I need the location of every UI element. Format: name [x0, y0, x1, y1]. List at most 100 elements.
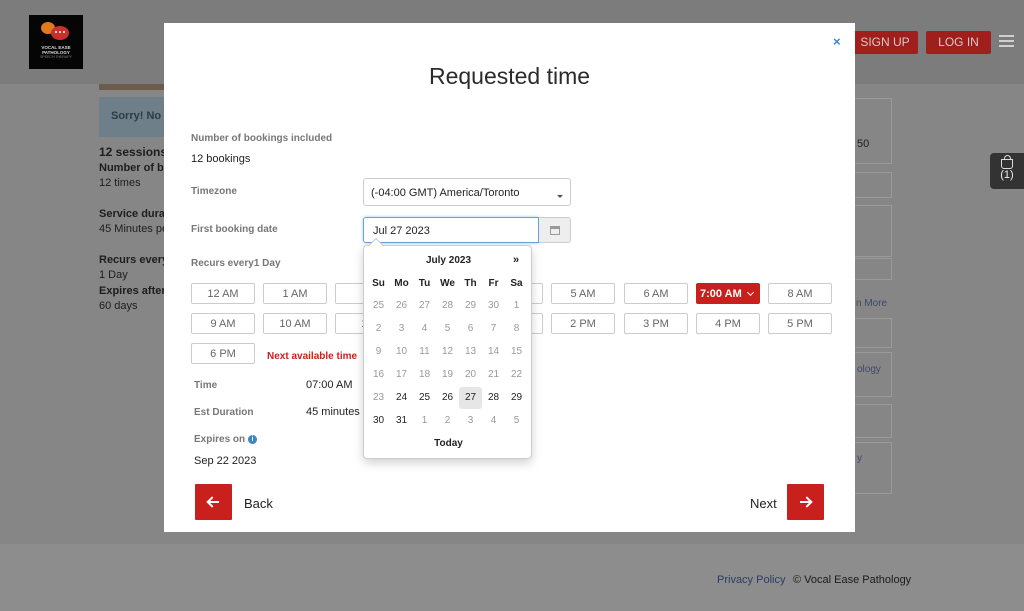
expires-label: Expires after [99, 285, 166, 297]
timezone-label: Timezone [191, 186, 237, 197]
info-icon[interactable]: i [247, 435, 257, 444]
calendar-button[interactable] [539, 217, 571, 243]
time-slot[interactable]: 2 PM [551, 313, 615, 334]
calendar-day: 2 [444, 415, 451, 426]
duration-label: Est Duration [194, 407, 254, 418]
datepicker-popup: July 2023 » Today Su Mo Tu We Th Fr Sa 25 26 27 28… [363, 245, 532, 459]
calendar-day: 14 [487, 346, 500, 357]
weekday-header: Tu [418, 278, 431, 289]
calendar-day: 28 [441, 300, 454, 311]
privacy-policy-link[interactable]: Privacy Policy [717, 574, 785, 586]
calendar-day: 3 [398, 323, 405, 334]
calendar-day: 1 [513, 300, 520, 311]
time-slot[interactable]: 3 PM [624, 313, 688, 334]
copyright-text: © Vocal Ease Pathology [793, 574, 912, 586]
modal-title: Requested time [428, 63, 591, 89]
recurs-every-label: Recurs every1 Day [191, 258, 281, 269]
calendar-day: 7 [490, 323, 497, 334]
calendar-day[interactable]: 26 [436, 387, 459, 409]
time-slot[interactable]: 6 PM [191, 343, 255, 364]
timezone-select[interactable]: (-04:00 GMT) America/Toronto [363, 178, 571, 206]
arrow-left-icon [208, 501, 219, 503]
calendar-day: 4 [421, 323, 428, 334]
time-slot[interactable]: 10 AM [263, 313, 327, 334]
calendar-day: 5 [513, 415, 520, 426]
time-label: Time [194, 380, 218, 391]
sessions-heading: 12 sessions [99, 145, 168, 159]
next-button[interactable] [787, 484, 824, 520]
calendar-day[interactable]: 30 [367, 410, 390, 432]
time-slot[interactable]: 4 PM [696, 313, 760, 334]
calendar-day: 11 [419, 346, 430, 357]
weekday-header: Th [464, 278, 477, 289]
weekday-header: Mo [394, 278, 409, 289]
calendar-day: 27 [418, 300, 431, 311]
bookings-included-value: 12 bookings [191, 153, 251, 165]
time-slot[interactable]: 5 PM [768, 313, 832, 334]
calendar-day[interactable]: 28 [482, 387, 505, 409]
calendar-day[interactable]: 25 [413, 387, 436, 409]
first-booking-date-input[interactable]: Jul 27 2023 [363, 217, 539, 243]
calendar-day: 4 [490, 415, 497, 426]
calendar-day: 29 [464, 300, 477, 311]
calendar-day: 26 [395, 300, 408, 311]
speech-bubble-dots-icon [51, 26, 69, 40]
side-more-link[interactable]: n More [856, 298, 887, 309]
time-slot[interactable]: 5 AM [551, 283, 615, 304]
side-y-text: y [857, 453, 862, 464]
arrow-right-icon [800, 501, 811, 503]
calendar-day: 3 [467, 415, 474, 426]
calendar-day[interactable]: 31 [390, 410, 413, 432]
next-month-icon[interactable]: » [513, 254, 519, 266]
today-button[interactable]: Today [364, 438, 533, 449]
close-icon[interactable]: × [833, 34, 841, 49]
bookings-included-label: Number of bookings included [191, 133, 333, 144]
calendar-day: 10 [395, 346, 408, 357]
selected-time-label: 7:00 AM [700, 288, 742, 300]
side-panel-box [855, 318, 892, 348]
time-slot[interactable]: 8 AM [768, 283, 832, 304]
time-slot[interactable]: 1 AM [263, 283, 327, 304]
calendar-day-selected[interactable]: 27 [459, 387, 482, 409]
calendar-day[interactable]: 24 [390, 387, 413, 409]
weekday-header: Su [372, 278, 385, 289]
time-slot-selected[interactable]: 7:00 AM [696, 283, 760, 304]
datepicker-month[interactable]: July 2023 [364, 255, 533, 266]
calendar-day: 13 [464, 346, 477, 357]
signup-button[interactable]: SIGN UP [852, 31, 918, 54]
first-booking-date-label: First booking date [191, 224, 278, 235]
select-caret-icon [557, 195, 563, 198]
next-label[interactable]: Next [750, 496, 777, 511]
side-panel-box [855, 404, 892, 438]
expires-on-label: Expires on i [194, 434, 257, 445]
back-button[interactable] [195, 484, 232, 520]
calendar-day: 8 [513, 323, 520, 334]
cart-count: (1) [1000, 169, 1014, 181]
hamburger-menu-icon[interactable] [999, 35, 1014, 37]
side-panel-box [855, 172, 892, 198]
side-panel-box [855, 98, 892, 164]
time-slot[interactable]: 9 AM [191, 313, 255, 334]
calendar-day: 17 [395, 369, 408, 380]
calendar-day: 22 [510, 369, 523, 380]
cart-tab[interactable]: (1) [990, 153, 1024, 189]
chevron-down-icon [746, 288, 755, 297]
login-button[interactable]: LOG IN [926, 31, 991, 54]
calendar-day: 19 [441, 369, 454, 380]
bookings-label: Number of bo [99, 162, 171, 174]
back-label[interactable]: Back [244, 496, 273, 511]
time-slot[interactable]: 12 AM [191, 283, 255, 304]
weekday-header: Sa [510, 278, 523, 289]
time-slot[interactable]: 6 AM [624, 283, 688, 304]
calendar-day: 15 [510, 346, 523, 357]
calendar-day[interactable]: 29 [505, 387, 528, 409]
time-value: 07:00 AM [306, 379, 353, 391]
site-logo[interactable]: VOCAL EASE PATHOLOGY SPEECH THERAPY [29, 15, 83, 69]
weekday-header: We [440, 278, 455, 289]
weekday-header: Fr [488, 278, 499, 289]
service-duration-label: Service dura [99, 208, 166, 220]
calendar-icon [550, 226, 560, 235]
calendar-day: 18 [418, 369, 431, 380]
calendar-day: 25 [372, 300, 385, 311]
logo-tagline: SPEECH THERAPY [40, 55, 72, 59]
